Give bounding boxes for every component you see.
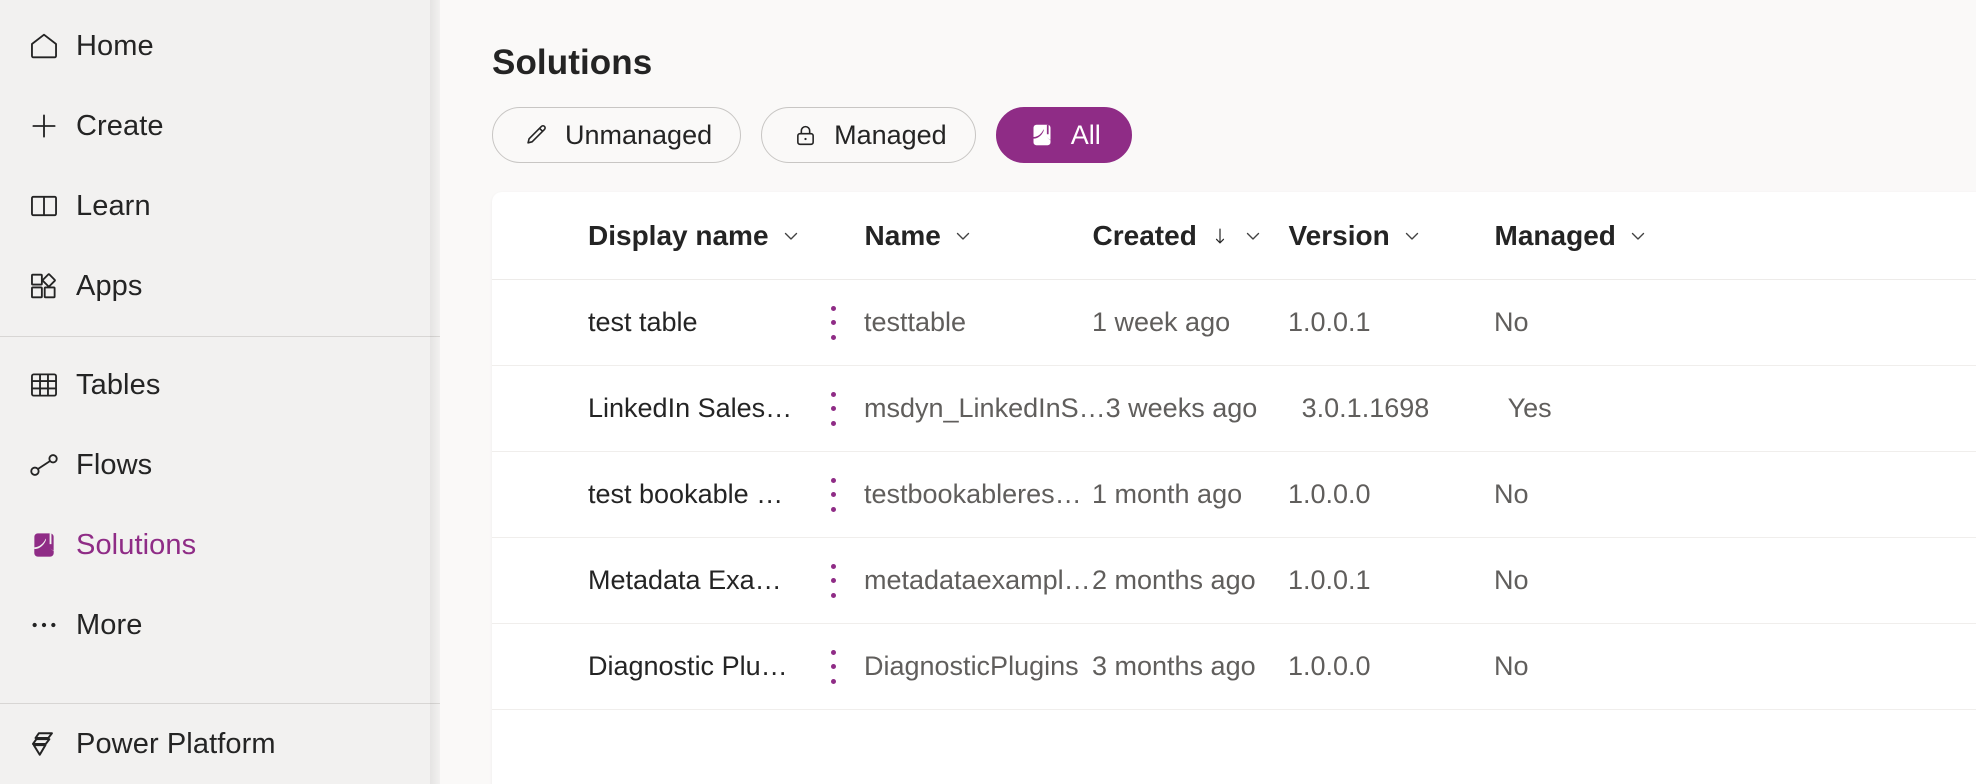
ellipsis-icon <box>12 608 76 642</box>
filter-pill-managed[interactable]: Managed <box>761 107 976 163</box>
solutions-icon <box>12 528 76 562</box>
apps-icon <box>12 269 76 303</box>
pencil-icon <box>521 120 551 150</box>
cell-managed: No <box>1494 479 1529 509</box>
column-header-label: Managed <box>1494 219 1616 251</box>
cell-managed: No <box>1494 651 1529 681</box>
sidebar-item-power-platform[interactable]: Power Platform <box>0 704 440 784</box>
filter-pill-label: Managed <box>834 119 947 150</box>
sidebar-item-flows[interactable]: Flows <box>0 425 440 505</box>
column-header-label: Display name <box>588 219 769 251</box>
filter-pill-label: Unmanaged <box>565 119 713 150</box>
cell-managed: Yes <box>1507 393 1552 423</box>
table-row[interactable]: LinkedIn Sales… msdyn_LinkedInS… 3 weeks… <box>492 366 1976 452</box>
row-more-actions-icon[interactable] <box>829 649 837 684</box>
chevron-down-icon[interactable] <box>779 224 803 248</box>
cell-version: 1.0.0.1 <box>1288 565 1371 595</box>
table-grid-icon <box>12 368 76 402</box>
filter-pill-label: All <box>1070 119 1101 150</box>
lock-icon <box>790 120 820 150</box>
cell-name: testtable <box>864 307 967 337</box>
page-title: Solutions <box>492 43 653 82</box>
app-root: Home Create Learn Apps Tables Flows Solu… <box>0 0 1976 784</box>
cell-display-name[interactable]: Metadata Exa… <box>588 565 782 595</box>
sidebar-item-label: More <box>76 608 143 641</box>
sidebar-item-label: Create <box>76 109 164 142</box>
cell-created: 3 weeks ago <box>1105 393 1258 423</box>
sidebar-item-label: Home <box>76 29 154 62</box>
sidebar-item-create[interactable]: Create <box>0 86 440 166</box>
sidebar-item-solutions[interactable]: Solutions <box>0 505 440 585</box>
column-header-display-name[interactable]: Display name <box>492 220 803 252</box>
cell-created: 1 month ago <box>1092 479 1243 509</box>
table-row[interactable]: Diagnostic Plu… DiagnosticPlugins 3 mont… <box>492 624 1976 710</box>
flows-icon <box>12 448 76 482</box>
cell-display-name[interactable]: LinkedIn Sales… <box>588 393 792 423</box>
book-icon <box>12 189 76 223</box>
chevron-down-icon[interactable] <box>1400 224 1424 248</box>
cell-created: 2 months ago <box>1092 565 1256 595</box>
sort-descending-icon <box>1209 225 1231 247</box>
table-row[interactable]: Metadata Exa… metadataexampl… 2 months a… <box>492 538 1976 624</box>
cell-name: msdyn_LinkedInS… <box>864 393 1106 423</box>
row-more-actions-icon[interactable] <box>829 391 837 426</box>
sidebar-footer: Power Platform <box>0 693 440 784</box>
sidebar-item-label: Tables <box>76 368 161 401</box>
column-header-version[interactable]: Version <box>1289 220 1495 252</box>
filter-pill-unmanaged[interactable]: Unmanaged <box>492 107 742 163</box>
home-icon <box>12 29 76 63</box>
plus-icon <box>12 109 76 143</box>
nav-group-secondary: Tables Flows Solutions More <box>0 337 440 665</box>
chevron-down-icon[interactable] <box>1626 224 1650 248</box>
row-more-actions-icon[interactable] <box>829 563 837 598</box>
cell-display-name[interactable]: test bookable … <box>588 479 783 509</box>
cell-name: testbookableres… <box>864 479 1082 509</box>
cell-version: 1.0.0.0 <box>1288 651 1371 681</box>
cell-display-name[interactable]: test table <box>588 307 698 337</box>
filter-pill-group: Unmanaged Managed All <box>492 107 1976 163</box>
cell-managed: No <box>1494 565 1529 595</box>
filter-pill-all[interactable]: All <box>995 107 1132 163</box>
sidebar-item-apps[interactable]: Apps <box>0 246 440 326</box>
sidebar-item-more[interactable]: More <box>0 585 440 665</box>
row-more-actions-icon[interactable] <box>829 305 837 340</box>
solutions-table-card: Display name Name Created Version Manage… <box>492 192 1976 784</box>
power-platform-icon <box>12 727 76 761</box>
cell-version: 3.0.1.1698 <box>1301 393 1430 423</box>
table-row[interactable]: test bookable … testbookableres… 1 month… <box>492 452 1976 538</box>
left-navigation: Home Create Learn Apps Tables Flows Solu… <box>0 0 440 784</box>
cell-name: metadataexampl… <box>864 565 1091 595</box>
column-header-label: Created <box>1092 219 1197 251</box>
chevron-down-icon[interactable] <box>1241 224 1265 248</box>
cell-version: 1.0.0.0 <box>1288 479 1371 509</box>
sidebar-item-label: Learn <box>76 189 151 222</box>
table-header-row: Display name Name Created Version Manage… <box>492 192 1976 280</box>
sidebar-item-label: Apps <box>76 269 143 302</box>
sidebar-item-label: Power Platform <box>76 727 276 760</box>
nav-group-primary: Home Create Learn Apps <box>0 0 440 326</box>
table-row[interactable]: test table testtable 1 week ago 1.0.0.1 … <box>492 280 1976 366</box>
column-header-name[interactable]: Name <box>865 220 1093 252</box>
sidebar-item-label: Flows <box>76 448 153 481</box>
cell-created: 1 week ago <box>1092 307 1231 337</box>
column-header-created[interactable]: Created <box>1093 220 1289 252</box>
column-header-label: Name <box>864 219 941 251</box>
sidebar-item-home[interactable]: Home <box>0 6 440 86</box>
chevron-down-icon[interactable] <box>951 224 975 248</box>
row-more-actions-icon[interactable] <box>829 477 837 512</box>
main-content: Solutions Unmanaged Managed All Display … <box>440 0 1976 784</box>
sidebar-item-label: Solutions <box>76 528 197 561</box>
column-header-managed[interactable]: Managed <box>1495 220 1976 252</box>
cell-name: DiagnosticPlugins <box>864 651 1079 681</box>
cell-managed: No <box>1494 307 1529 337</box>
sidebar-item-learn[interactable]: Learn <box>0 166 440 246</box>
column-header-label: Version <box>1288 219 1390 251</box>
cell-created: 3 months ago <box>1092 651 1256 681</box>
sidebar-item-tables[interactable]: Tables <box>0 345 440 425</box>
solutions-icon <box>1027 120 1057 150</box>
cell-display-name[interactable]: Diagnostic Plu… <box>588 651 788 681</box>
cell-version: 1.0.0.1 <box>1288 307 1371 337</box>
